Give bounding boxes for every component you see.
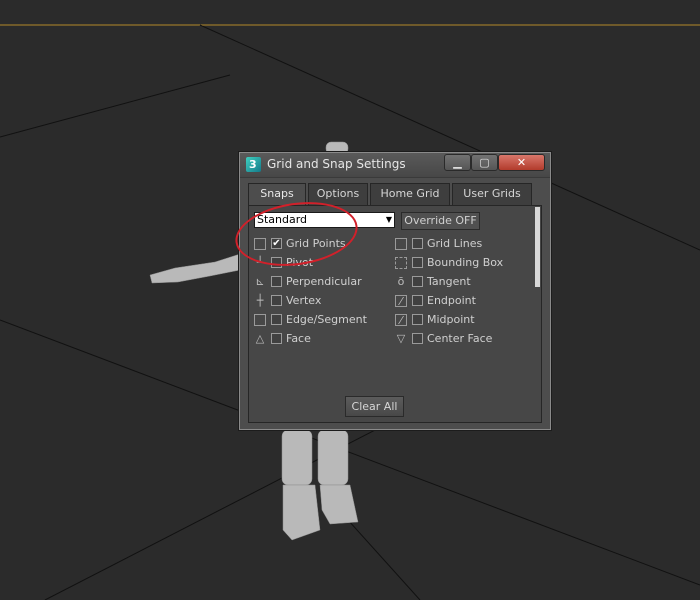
endpoint-icon: ⁄ [395,295,407,308]
close-button[interactable]: ✕ [498,154,545,171]
pivot-checkbox[interactable] [271,257,282,268]
snap-face[interactable]: △ Face [254,331,394,348]
window-title: Grid and Snap Settings [267,157,406,171]
center-face-icon: ▽ [396,332,406,345]
edge-segment-label: Edge/Segment [286,313,367,326]
edge-segment-checkbox[interactable] [271,314,282,325]
preset-value: Standard [257,213,308,226]
grid-lines-label: Grid Lines [427,237,483,250]
chevron-down-icon: ▼ [385,215,392,224]
bounding-box-label: Bounding Box [427,256,504,269]
tab-user-grids[interactable]: User Grids [452,183,532,205]
snap-endpoint[interactable]: ⁄ Endpoint [395,293,535,310]
bounding-box-checkbox[interactable] [412,257,423,268]
snaps-panel: Standard ▼ Override OFF ✔ Grid Points ┘ … [248,205,542,423]
app-icon: 3 [246,157,261,172]
tangent-icon: ō [397,275,405,288]
snap-bounding-box[interactable]: Bounding Box [395,255,535,272]
snap-pivot[interactable]: ┘ Pivot [254,255,394,272]
midpoint-icon: ⁄ [395,314,407,327]
snap-grid-points[interactable]: ✔ Grid Points [254,236,394,253]
snap-perpendicular[interactable]: ⊾ Perpendicular [254,274,394,291]
tab-options[interactable]: Options [308,183,368,205]
panel-scrollbar[interactable] [535,207,540,287]
face-label: Face [286,332,311,345]
center-face-checkbox[interactable] [412,333,423,344]
vertex-icon: ┼ [256,294,264,307]
perpendicular-label: Perpendicular [286,275,362,288]
tab-snaps[interactable]: Snaps [248,183,306,206]
override-button[interactable]: Override OFF [401,212,480,230]
bounding-box-icon [395,257,407,269]
snap-tangent[interactable]: ō Tangent [395,274,535,291]
square-icon [395,238,407,250]
grid-lines-checkbox[interactable] [412,238,423,249]
grid-points-checkbox[interactable]: ✔ [271,238,282,249]
midpoint-label: Midpoint [427,313,475,326]
snap-vertex[interactable]: ┼ Vertex [254,293,394,310]
face-checkbox[interactable] [271,333,282,344]
center-face-label: Center Face [427,332,493,345]
snap-midpoint[interactable]: ⁄ Midpoint [395,312,535,329]
vertex-label: Vertex [286,294,322,307]
endpoint-checkbox[interactable] [412,295,423,306]
grid-snap-dialog: 3 Grid and Snap Settings ▁ ▢ ✕ Snaps Opt… [239,152,551,430]
perpendicular-icon: ⊾ [255,275,265,288]
preset-dropdown[interactable]: Standard ▼ [254,212,395,228]
perpendicular-checkbox[interactable] [271,276,282,287]
maximize-button[interactable]: ▢ [471,154,498,171]
snap-grid-lines[interactable]: Grid Lines [395,236,535,253]
midpoint-checkbox[interactable] [412,314,423,325]
vertex-checkbox[interactable] [271,295,282,306]
grid-points-label: Grid Points [286,237,346,250]
square-icon [254,314,266,326]
snap-center-face[interactable]: ▽ Center Face [395,331,535,348]
title-bar[interactable]: 3 Grid and Snap Settings ▁ ▢ ✕ [240,153,550,178]
tab-home-grid[interactable]: Home Grid [370,183,450,205]
minimize-button[interactable]: ▁ [444,154,471,171]
pivot-label: Pivot [286,256,314,269]
tangent-label: Tangent [427,275,471,288]
clear-all-button[interactable]: Clear All [345,396,404,417]
square-icon [254,238,266,250]
endpoint-label: Endpoint [427,294,476,307]
pivot-icon: ┘ [256,256,264,269]
triangle-icon: △ [255,332,265,345]
tangent-checkbox[interactable] [412,276,423,287]
snap-edge-segment[interactable]: Edge/Segment [254,312,394,329]
